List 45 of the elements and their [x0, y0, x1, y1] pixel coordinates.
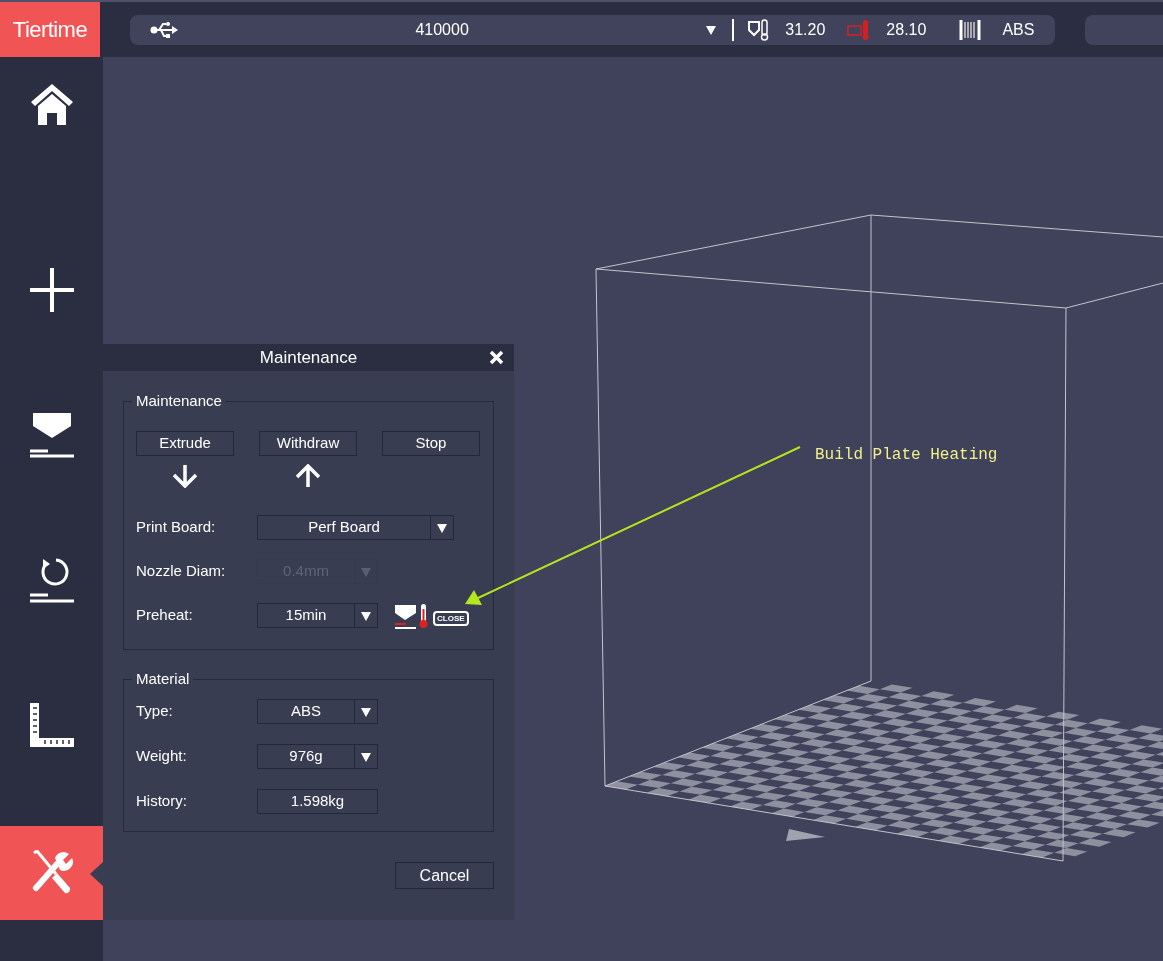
field-label: Print Board:: [136, 517, 217, 538]
arrow-down-icon: [172, 464, 198, 488]
rotate-icon: [28, 557, 75, 603]
dropdown[interactable]: 976g: [257, 744, 378, 769]
nozzle-thermometer-icon: [748, 18, 771, 41]
caret-icon: [437, 522, 447, 533]
caret-icon: [361, 566, 371, 577]
dropdown-value: 15min: [284, 605, 328, 626]
action-button[interactable]: Extrude: [136, 431, 234, 456]
dropdown[interactable]: ABS: [257, 699, 378, 724]
caret-icon: [361, 610, 371, 621]
close-icon[interactable]: [489, 350, 504, 365]
usb-icon: [149, 20, 178, 39]
nozzle-temperature: 31.20: [785, 19, 826, 40]
dropdown-value: ABS: [290, 701, 322, 722]
printer-name: 410000: [414, 19, 470, 40]
dropdown-value: 976g: [288, 746, 324, 767]
direction-marker: [786, 829, 825, 841]
field-label: Type:: [136, 701, 174, 722]
caret-icon: [361, 751, 371, 762]
dropdown[interactable]: 15min: [257, 603, 378, 628]
caret-icon: [361, 706, 371, 717]
dialog-title: Maintenance: [259, 346, 358, 369]
logo: Tiertime: [0, 2, 100, 57]
dropdown-value: Perf Board: [307, 517, 381, 538]
arrow-up-icon: [295, 464, 321, 488]
field-label: Nozzle Diam:: [136, 561, 227, 582]
cancel-button[interactable]: Cancel: [395, 862, 494, 889]
plus-icon: [28, 267, 75, 313]
bed-temperature: 28.10: [886, 19, 927, 40]
dropdown[interactable]: Perf Board: [257, 515, 454, 540]
material-name: ABS: [1002, 19, 1035, 40]
annotation-label: Build Plate Heating: [815, 445, 998, 466]
filament-spool-icon: [959, 18, 982, 41]
value-field[interactable]: 1.598kg: [257, 789, 378, 814]
action-button[interactable]: Withdraw: [259, 431, 357, 456]
field-label: Preheat:: [136, 605, 194, 626]
caret-icon: [706, 24, 717, 35]
action-button[interactable]: Stop: [382, 431, 480, 456]
field-label: History:: [136, 791, 188, 812]
ruler-icon: [28, 702, 75, 748]
printer-dropdown[interactable]: [706, 24, 717, 35]
print-icon: [28, 412, 75, 458]
close-badge[interactable]: CLOSE: [433, 610, 469, 626]
field-label: Weight:: [136, 746, 188, 767]
